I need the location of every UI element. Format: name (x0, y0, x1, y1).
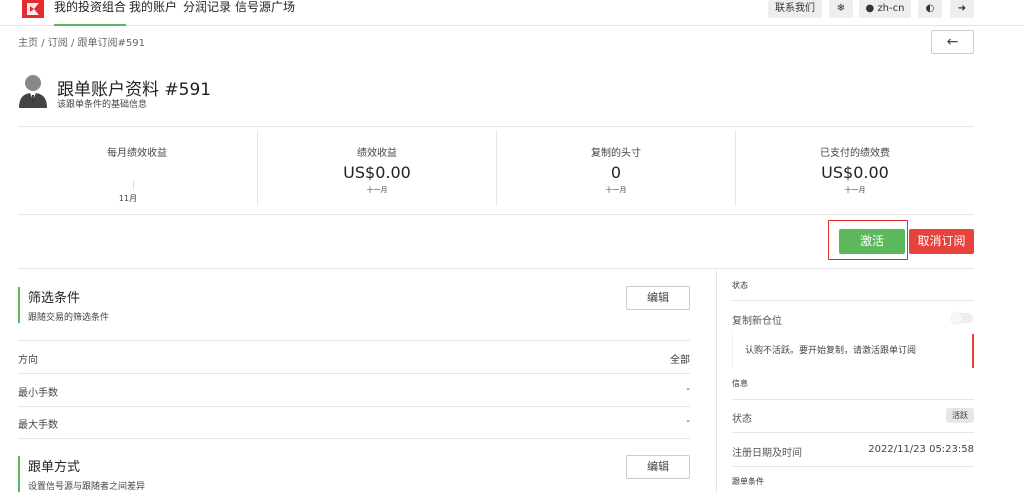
copy-new-label: 复制新仓位 (732, 316, 782, 327)
stat-performance-profit: 绩效收益 US$0.00 十一月 (258, 128, 496, 206)
nav-my-account[interactable]: 我的账户 (129, 0, 177, 26)
logout-button[interactable]: ➜ (950, 0, 974, 18)
row-label: 最小手数 (18, 388, 58, 399)
chart-month-label: 11月 (118, 194, 138, 203)
stat-sub: 十一月 (605, 186, 627, 194)
stat-label: 已支付的绩效费 (820, 148, 890, 159)
chart-axis-tick (133, 180, 134, 190)
stat-label: 绩效收益 (357, 148, 397, 159)
breadcrumb-current: 跟单订阅#591 (77, 38, 145, 49)
section-desc: 跟随交易的筛选条件 (28, 313, 110, 323)
filter-edit-button[interactable]: 编辑 (626, 286, 690, 310)
divider (18, 340, 690, 341)
divider (18, 214, 974, 215)
divider (732, 466, 974, 467)
section-desc: 设置信号源与跟随者之间差异 (28, 482, 146, 492)
brand-logo[interactable] (22, 0, 44, 18)
breadcrumb-subscriptions[interactable]: 订阅 (48, 38, 68, 49)
theme-toggle-button[interactable]: ◐ (918, 0, 942, 18)
breadcrumb: 主页 / 订阅 / 跟单订阅#591 (18, 34, 145, 49)
toggle-knob (951, 312, 963, 324)
breadcrumb-separator: / (70, 38, 75, 49)
copy-mode-edit-button[interactable]: 编辑 (626, 455, 690, 479)
divider (18, 373, 690, 374)
stat-value: US$0.00 (821, 163, 889, 182)
divider (18, 268, 974, 269)
page-subtitle: 该跟单条件的基础信息 (57, 100, 148, 110)
section-title: 筛选条件 (28, 291, 81, 306)
arrow-left-icon: ← (946, 34, 959, 50)
stat-copied-positions: 复制的头寸 0 十一月 (497, 128, 735, 206)
user-avatar-icon (18, 74, 48, 108)
stat-sub: 十一月 (844, 186, 866, 194)
nav-my-portfolio[interactable]: 我的投资组合 (54, 0, 127, 26)
row-label: 方向 (18, 355, 38, 366)
stat-value: US$0.00 (343, 163, 411, 182)
language-button[interactable]: ● zh-cn (859, 0, 911, 18)
status-badge: 活跃 (946, 408, 974, 423)
row-value: - (686, 416, 690, 427)
divider (732, 432, 974, 433)
copy-new-toggle[interactable] (951, 312, 973, 324)
filter-section-header: 筛选条件 跟随交易的筛选条件 (18, 287, 109, 323)
copy-mode-section-header: 跟单方式 设置信号源与跟随者之间差异 (18, 456, 145, 492)
stat-sub: 十一月 (366, 186, 388, 194)
row-label: 最大手数 (18, 420, 58, 431)
status-section-title: 状态 (732, 281, 748, 290)
divider (18, 126, 974, 127)
breadcrumb-bar: 主页 / 订阅 / 跟单订阅#591 ← (0, 26, 1024, 58)
row-value: - (686, 384, 690, 395)
stat-value: 0 (610, 163, 622, 182)
globe-icon: ● (865, 3, 875, 14)
activate-button[interactable]: 激活 (839, 229, 905, 254)
snowflake-button[interactable]: ❄ (829, 0, 853, 18)
nav-profit-records[interactable]: 分润记录 (183, 0, 231, 26)
unsubscribe-button[interactable]: 取消订阅 (909, 229, 974, 254)
section-title: 跟单方式 (28, 460, 81, 475)
divider (18, 438, 690, 439)
panel-divider (716, 270, 717, 493)
top-navbar: 我的投资组合 我的账户 分润记录 信号源广场 联系我们 ❄ ● zh-cn ◐ … (0, 0, 1024, 26)
breadcrumb-separator: / (41, 38, 45, 49)
divider (18, 406, 690, 407)
contact-us-button[interactable]: 联系我们 (768, 0, 822, 18)
nav-signal-market[interactable]: 信号源广场 (235, 0, 295, 26)
divider (732, 399, 974, 400)
divider (732, 300, 974, 301)
snowflake-icon: ❄ (836, 3, 846, 14)
back-button[interactable]: ← (931, 30, 974, 54)
contrast-icon: ◐ (925, 3, 935, 14)
reg-date-label: 注册日期及时间 (732, 448, 802, 459)
language-label: zh-cn (877, 3, 905, 14)
stat-label: 每月绩效收益 (107, 148, 167, 159)
logout-icon: ➜ (957, 3, 967, 14)
status-label: 状态 (732, 414, 752, 425)
conditions-section-title: 跟单条件 (732, 477, 764, 486)
breadcrumb-home[interactable]: 主页 (18, 38, 38, 49)
info-section-title: 信息 (732, 379, 748, 388)
stat-paid-fees: 已支付的绩效费 US$0.00 十一月 (736, 128, 974, 206)
reg-date-value: 2022/11/23 05:23:58 (868, 444, 974, 455)
row-value: 全部 (670, 355, 690, 366)
stat-label: 复制的头寸 (591, 148, 641, 159)
inactive-alert: 认购不活跃。要开始复制，请激活跟单订阅 (732, 334, 974, 368)
